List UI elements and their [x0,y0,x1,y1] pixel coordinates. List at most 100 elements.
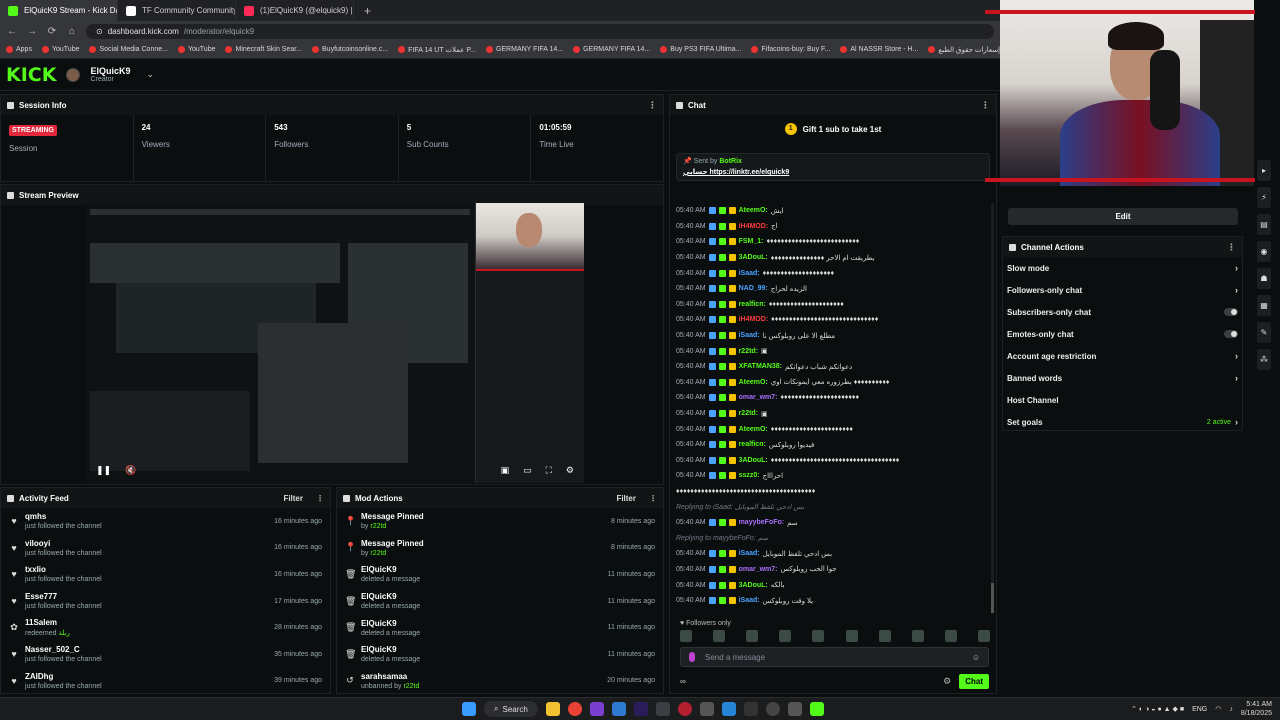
chat-message[interactable]: ♦♦♦♦♦♦♦♦♦♦♦♦♦♦♦♦♦♦♦♦♦♦♦♦♦♦♦♦♦♦♦♦♦♦♦♦♦♦♦ [676,484,986,500]
bookmark-item[interactable]: Apps [6,46,32,53]
list-item[interactable]: ♥ Nasser_502_C just followed the channel 3… [1,641,330,668]
list-item[interactable]: ♥ ZAIDhg just followed the channel 39 minu… [1,668,330,695]
emote-icon[interactable] [977,630,990,642]
gear-icon[interactable]: ⚙ [943,676,951,687]
list-item[interactable]: ♥ Esse777 just followed the channel 17 min… [1,588,330,615]
chat-message[interactable]: 05:40 AM AteemO: ♦♦♦♦♦♦♦♦♦♦♦♦♦♦♦♦♦♦♦♦♦♦♦ [676,421,986,437]
browser-tab[interactable]: TF Community Community / X✕ [118,0,236,21]
reload-icon[interactable]: ⟳ [46,26,58,37]
chat-message[interactable]: 05:40 AM AteemO: ايش [676,203,986,219]
message-user[interactable]: 3ADouL: [739,254,768,261]
chevron-right-icon[interactable]: › [1235,417,1238,427]
list-item[interactable]: 🗑 ElQuicK9 deleted a message 11 minutes ag… [337,588,663,615]
bookmark-item[interactable]: FIFA 14 UT عملات P... [398,46,476,54]
bookmark-item[interactable]: YouTube [41,46,79,53]
bookmark-item[interactable]: GERMANY FIFA 14... [485,46,563,53]
emote-icon[interactable] [713,630,726,642]
list-item[interactable]: 🗑 ElQuicK9 deleted a message 11 minutes ag… [337,641,663,668]
chat-message[interactable]: 05:40 AM NAD_99: الزيده لحراج [676,281,986,297]
message-user[interactable]: iSaad: [739,550,760,557]
app-icon[interactable] [787,702,802,716]
chevron-down-icon[interactable]: ⌄ [146,69,154,80]
list-item[interactable]: 📍 Message Pinned by r22td 8 minutes ago [337,535,663,562]
chat-message[interactable]: 05:40 AM iH4MOD: اج [676,219,986,235]
more-options-icon[interactable]: ⋮ [1227,242,1236,253]
emote-icon[interactable] [812,630,825,642]
new-tab-button[interactable]: + [354,4,381,18]
clock[interactable]: 5:41 AM 8/18/2025 [1241,700,1272,718]
more-options-icon[interactable]: ⋮ [316,494,324,503]
list-item[interactable]: ♥ vilooyi just followed the channel 16 min… [1,535,330,562]
mute-icon[interactable]: 🔇 [125,465,136,476]
wrench-icon[interactable]: ✎ [1257,322,1271,343]
chat-message[interactable]: 05:40 AM iH4MOD: ♦♦♦♦♦♦♦♦♦♦♦♦♦♦♦♦♦♦♦♦♦♦♦♦♦… [676,312,986,328]
theater-icon[interactable]: ▭ [523,465,532,476]
chat-message[interactable]: 05:40 AM mayybeFoFo: سم [676,515,986,531]
chat-message[interactable]: 05:40 AM 3ADouL: ♦♦♦♦♦♦♦♦♦♦♦♦♦♦♦♦♦♦♦♦♦♦♦♦♦… [676,453,986,469]
nodes-icon[interactable]: ⁂ [1257,349,1271,370]
channel-action-item[interactable]: Set goals 2 active › [1003,411,1242,433]
bookmark-item[interactable]: إسعارات حقوق الطبع... [928,46,1000,54]
message-user[interactable]: iSaad: [739,332,760,339]
bookmark-item[interactable]: Minecraft Skin Sear... [225,46,302,53]
list-item[interactable]: ↺ sarahsamaa unbanned by r22td 20 minutes a… [337,668,663,695]
chat-message[interactable]: Replying to iSaad: بس ادحي تلفظ الموبايل [676,499,986,515]
kick-app-icon[interactable] [809,702,824,716]
file-explorer-icon[interactable] [545,702,560,716]
document-icon[interactable]: ▤ [1257,214,1271,235]
channel-action-item[interactable]: Subscribers-only chat [1003,301,1242,323]
message-user[interactable]: r22td: [739,410,758,417]
list-item[interactable]: 📍 Message Pinned by r22td 8 minutes ago [337,508,663,535]
message-user[interactable]: NAD_99: [739,285,768,292]
list-item[interactable]: ♥ qmhs just followed the channel 16 minute… [1,508,330,535]
chat-message[interactable]: 05:40 AM sszz0: احراااج [676,468,986,484]
message-user[interactable]: omar_wm7: [739,394,778,401]
chrome-icon[interactable] [567,702,582,716]
channel-action-item[interactable]: Banned words › [1003,367,1242,389]
forward-icon[interactable]: → [26,26,38,37]
home-icon[interactable]: ⌂ [66,26,78,37]
chevron-right-icon[interactable]: › [1235,351,1238,361]
app-icon[interactable] [743,702,758,716]
mic-icon[interactable] [689,652,695,662]
emote-icon[interactable] [680,630,692,642]
channel-action-item[interactable]: Slow mode › [1003,257,1242,279]
stream-video[interactable]: ❚❚ 🔇 ▣ ▭ ⛶ ⚙ [86,203,584,483]
more-options-icon[interactable]: ⋮ [648,100,657,111]
more-options-icon[interactable]: ⋮ [981,100,990,111]
message-user[interactable]: iSaad: [739,270,760,277]
app-icon[interactable] [677,702,692,716]
emote-icon[interactable] [779,630,792,642]
channel-action-item[interactable]: Account age restriction › [1003,345,1242,367]
vscode-icon[interactable] [721,702,736,716]
message-user[interactable]: AteemO: [739,426,768,433]
browser-tab[interactable]: ElQuicK9 Stream - Kick Dashbo✕ [0,0,118,21]
message-user[interactable]: omar_wm7: [739,566,778,573]
emoji-icon[interactable]: ☺ [972,653,980,662]
emote-icon[interactable] [911,630,924,642]
emote-icon[interactable] [878,630,891,642]
infinity-icon[interactable]: ∞ [680,677,686,686]
kick-logo[interactable]: KICK [6,64,56,86]
send-chat-button[interactable]: Chat [959,673,989,689]
app-icon[interactable] [589,702,604,716]
message-user[interactable]: realficn: [739,301,766,308]
message-user[interactable]: iH4MOD: [739,223,769,230]
message-user[interactable]: 3ADouL: [739,582,768,589]
chat-message[interactable]: 05:40 AM 3ADouL: ♦♦♦♦♦♦♦♦♦♦♦♦♦♦♦ يطريقت ام… [676,250,986,266]
chat-message[interactable]: 05:40 AM 3ADouL: بالكه [676,577,986,593]
message-user[interactable]: AteemO: [739,207,768,214]
message-user[interactable]: AteemO: [739,379,768,386]
chevron-right-icon[interactable]: › [1235,373,1238,383]
list-item[interactable]: 🗑 ElQuicK9 deleted a message 11 minutes ag… [337,561,663,588]
settings-icon[interactable]: ⚙ [566,465,574,476]
chevron-right-icon[interactable]: › [1235,285,1238,295]
message-user[interactable]: iSaad: [739,597,760,604]
channel-action-item[interactable]: Followers-only chat › [1003,279,1242,301]
pip-icon[interactable]: ▣ [501,465,510,476]
chat-message[interactable]: 05:40 AM iSaad: ♦♦♦♦♦♦♦♦♦♦♦♦♦♦♦♦♦♦♦♦ [676,265,986,281]
bookmark-item[interactable]: Social Media Conne... [89,46,168,53]
toggle-switch[interactable] [1224,308,1238,316]
bookmark-item[interactable]: Al NASSR Store - H... [840,46,918,53]
filter-button[interactable]: Filter [616,494,636,503]
